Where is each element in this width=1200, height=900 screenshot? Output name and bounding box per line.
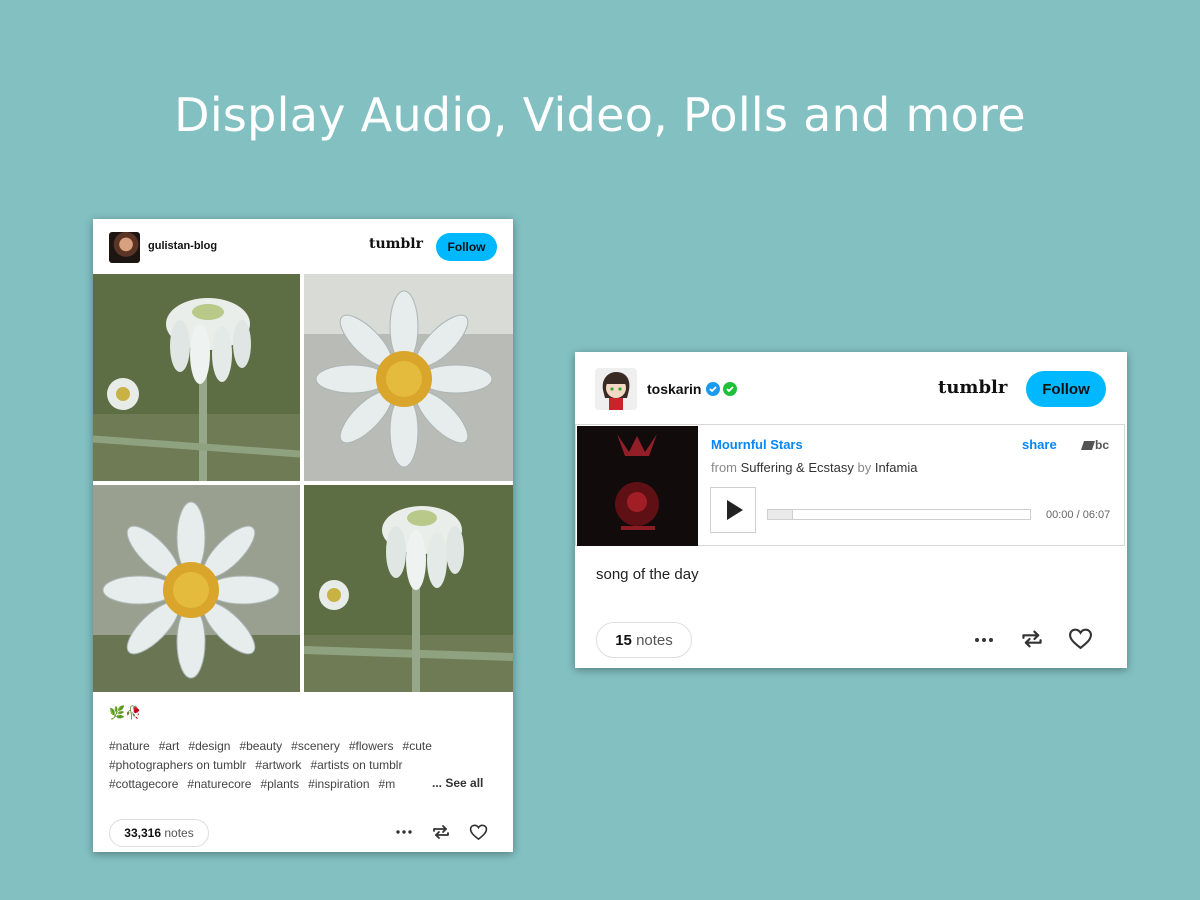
tag[interactable]: #design	[188, 739, 230, 753]
album-art[interactable]	[577, 426, 698, 546]
post-card-gulistan: gulistan-blog tumblr Follow 🌿🥀 #nature #…	[93, 219, 513, 852]
bandcamp-logo[interactable]: bc	[1081, 438, 1109, 452]
reblog-icon[interactable]	[1021, 629, 1043, 649]
notes-button[interactable]: 15 notes	[596, 622, 692, 658]
tag-line-1: #nature #art #design #beauty #scenery #flower…	[109, 737, 489, 756]
tumblr-logo[interactable]: tumblr	[938, 377, 1007, 398]
tag[interactable]: #photographers on tumblr	[109, 758, 246, 772]
avatar[interactable]	[109, 232, 140, 263]
tag-line-2: #photographers on tumblr #artwork #artists…	[109, 756, 489, 775]
notes-label: notes	[636, 631, 673, 649]
notes-label: notes	[164, 826, 194, 840]
bandcamp-label: bc	[1095, 438, 1110, 452]
artist-name[interactable]: Infamia	[875, 460, 918, 475]
track-subtitle: from Suffering & Ecstasy by Infamia	[711, 460, 917, 475]
share-link[interactable]: share	[1022, 437, 1057, 452]
from-label: from	[711, 460, 737, 475]
tag[interactable]: #naturecore	[187, 777, 251, 791]
photo-4[interactable]	[304, 485, 513, 692]
tag[interactable]: #artwork	[255, 758, 301, 772]
play-button[interactable]	[710, 487, 756, 533]
notes-button[interactable]: 33,316 notes	[109, 819, 209, 847]
photo-1[interactable]	[93, 274, 300, 481]
tag[interactable]: #artists on tumblr	[310, 758, 402, 772]
photo-2[interactable]	[304, 274, 513, 481]
photo-grid	[93, 274, 513, 692]
more-icon[interactable]	[973, 631, 995, 649]
headline: Display Audio, Video, Polls and more	[174, 88, 1026, 142]
follow-button[interactable]: Follow	[1026, 371, 1106, 407]
tag[interactable]: #inspiration	[308, 777, 369, 791]
tag[interactable]: #flowers	[349, 739, 394, 753]
tag[interactable]: #m	[379, 777, 396, 791]
blog-name[interactable]: gulistan-blog	[148, 240, 217, 252]
play-icon	[727, 500, 743, 520]
bandcamp-embed: Mournful Stars from Suffering & Ecstasy …	[575, 424, 1125, 546]
tag[interactable]: #nature	[109, 739, 150, 753]
notes-count: 15	[615, 631, 632, 649]
tag[interactable]: #beauty	[239, 739, 282, 753]
track-progress-bar[interactable]	[767, 509, 1031, 520]
post-body-text: song of the day	[596, 566, 699, 583]
post-caption: 🌿🥀	[109, 705, 142, 720]
photo-3[interactable]	[93, 485, 300, 692]
verified-badge-icon	[723, 382, 737, 396]
tag[interactable]: #scenery	[291, 739, 340, 753]
blog-name[interactable]: toskarin	[647, 381, 701, 397]
by-label: by	[857, 460, 872, 475]
bandcamp-icon	[1081, 441, 1095, 450]
tag[interactable]: #cute	[403, 739, 432, 753]
track-time: 00:00 / 06:07	[1046, 509, 1111, 521]
see-all-tags-link[interactable]: ... See all	[429, 776, 484, 790]
album-name[interactable]: Suffering & Ecstasy	[741, 460, 854, 475]
reblog-icon[interactable]	[432, 824, 450, 840]
post-header: gulistan-blog tumblr Follow	[93, 219, 513, 274]
tag[interactable]: #art	[159, 739, 180, 753]
more-icon[interactable]	[395, 824, 413, 840]
progress-handle[interactable]	[768, 510, 793, 519]
post-card-toskarin: toskarin tumblr Follow Mournful Stars fr…	[575, 352, 1127, 668]
tag[interactable]: #plants	[260, 777, 299, 791]
tumblr-logo[interactable]: tumblr	[369, 236, 423, 252]
notes-count: 33,316	[124, 826, 161, 840]
tag[interactable]: #cottagecore	[109, 777, 178, 791]
heart-icon[interactable]	[469, 823, 488, 841]
avatar[interactable]	[595, 368, 637, 410]
track-title[interactable]: Mournful Stars	[711, 437, 803, 452]
follow-button[interactable]: Follow	[436, 233, 497, 261]
verified-badge-icon	[706, 382, 720, 396]
heart-icon[interactable]	[1068, 627, 1093, 650]
